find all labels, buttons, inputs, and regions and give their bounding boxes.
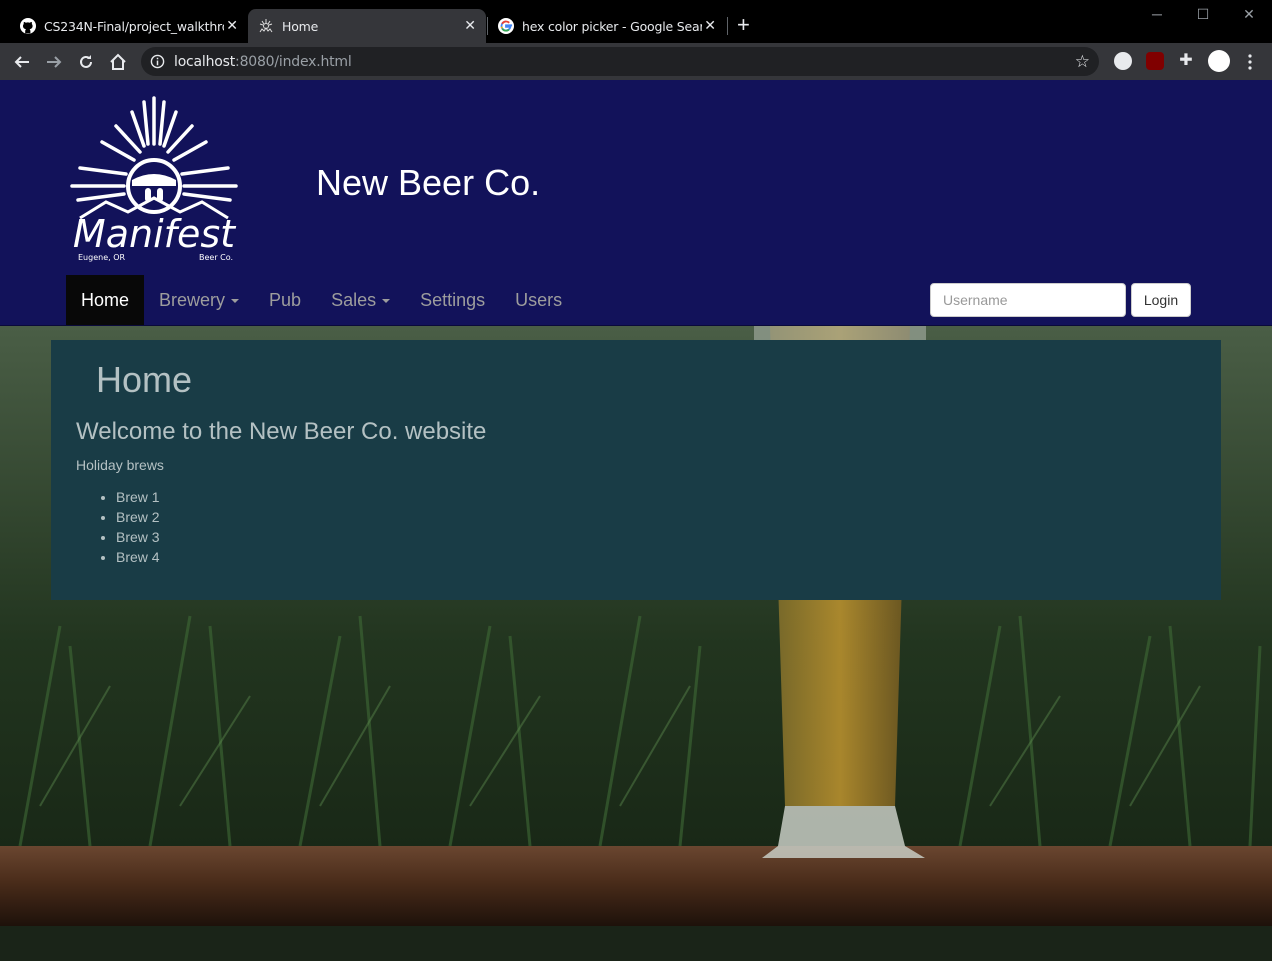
close-icon[interactable]: ✕ xyxy=(702,18,718,34)
home-button[interactable] xyxy=(106,50,130,74)
nav-users-label: Users xyxy=(515,289,563,310)
nav-brewery-dropdown[interactable]: Brewery xyxy=(144,275,254,325)
reload-button[interactable] xyxy=(74,50,98,74)
browser-toolbar: localhost:8080/index.html ☆ ✚ xyxy=(0,43,1272,80)
new-tab-button[interactable]: + xyxy=(737,14,750,36)
tab-separator xyxy=(727,17,728,35)
holiday-brews-text: Holiday brews xyxy=(76,457,164,473)
bookmark-star-icon[interactable]: ☆ xyxy=(1075,52,1090,72)
extension-translate-icon[interactable] xyxy=(1114,52,1132,70)
login-button[interactable]: Login xyxy=(1131,283,1191,317)
info-icon[interactable] xyxy=(150,54,165,69)
welcome-heading: Welcome to the New Beer Co. website xyxy=(76,418,487,445)
url-host: localhost xyxy=(174,54,236,70)
url-path: :8080/index.html xyxy=(235,54,352,70)
browser-tab-google[interactable]: hex color picker - Google Search ✕ xyxy=(488,9,724,43)
nav-users[interactable]: Users xyxy=(500,275,577,325)
kebab-dots-icon xyxy=(1248,54,1252,70)
minimize-icon[interactable]: ─ xyxy=(1147,6,1167,22)
brew-list-item: Brew 1 xyxy=(116,487,160,507)
home-icon xyxy=(110,53,126,70)
browser-tab-home[interactable]: Home ✕ xyxy=(248,9,486,43)
web-page: Manifest Eugene, OR Beer Co. New Beer Co… xyxy=(0,80,1272,961)
extensions-puzzle-icon[interactable]: ✚ xyxy=(1177,52,1195,70)
caret-down-icon xyxy=(231,299,240,303)
nav-pub-label: Pub xyxy=(269,289,302,310)
caret-down-icon xyxy=(382,299,391,303)
url-text: localhost:8080/index.html xyxy=(174,54,352,70)
beer-logo-icon xyxy=(258,18,274,34)
ublock-icon[interactable] xyxy=(1146,52,1164,70)
nav-home-label: Home xyxy=(81,289,130,310)
username-input[interactable] xyxy=(930,283,1126,317)
nav-sales-dropdown[interactable]: Sales xyxy=(316,275,405,325)
page-heading: Home xyxy=(96,359,193,400)
main-nav: Home Brewery Pub Sales Settings Users xyxy=(66,275,577,325)
browser-tab-github[interactable]: CS234N-Final/project_walkthrough ✕ xyxy=(10,9,246,43)
nav-brewery-label: Brewery xyxy=(159,289,226,310)
nav-settings-label: Settings xyxy=(420,289,486,310)
logo-location: Eugene, OR xyxy=(78,253,126,262)
close-icon[interactable]: ✕ xyxy=(224,18,240,34)
back-button[interactable] xyxy=(10,50,34,74)
tab-title: hex color picker - Google Search xyxy=(522,18,702,34)
brew-list-item: Brew 3 xyxy=(116,527,160,547)
address-bar[interactable]: localhost:8080/index.html ☆ xyxy=(141,47,1099,76)
close-icon[interactable]: ✕ xyxy=(462,18,478,34)
logo-wordmark: Manifest xyxy=(73,212,237,256)
site-title: New Beer Co. xyxy=(316,162,541,203)
forward-button[interactable] xyxy=(42,50,66,74)
nav-pub[interactable]: Pub xyxy=(254,275,316,325)
google-icon xyxy=(498,18,514,34)
tab-title: Home xyxy=(282,18,319,34)
nav-settings[interactable]: Settings xyxy=(405,275,500,325)
github-icon xyxy=(20,18,36,34)
manifest-logo[interactable]: Manifest Eugene, OR Beer Co. xyxy=(66,94,242,262)
brew-list: Brew 1 Brew 2 Brew 3 Brew 4 xyxy=(116,487,160,567)
window-close-icon[interactable]: ✕ xyxy=(1239,6,1259,23)
maximize-icon[interactable]: ☐ xyxy=(1193,6,1213,23)
menu-kebab-icon[interactable] xyxy=(1238,50,1262,74)
site-header: Manifest Eugene, OR Beer Co. New Beer Co… xyxy=(0,80,1272,326)
content-panel: Home Welcome to the New Beer Co. website… xyxy=(51,340,1221,600)
browser-tabstrip: CS234N-Final/project_walkthrough ✕ Home … xyxy=(0,0,1272,43)
brew-list-item: Brew 4 xyxy=(116,547,160,567)
logo-subtext: Beer Co. xyxy=(199,253,233,262)
nav-home[interactable]: Home xyxy=(66,275,145,325)
brew-list-item: Brew 2 xyxy=(116,507,160,527)
tab-title: CS234N-Final/project_walkthrough xyxy=(44,18,224,34)
back-arrow-icon xyxy=(14,56,29,68)
reload-icon xyxy=(80,55,92,68)
nav-sales-label: Sales xyxy=(331,289,377,310)
profile-avatar-icon[interactable] xyxy=(1208,50,1230,72)
forward-arrow-icon xyxy=(47,56,62,68)
